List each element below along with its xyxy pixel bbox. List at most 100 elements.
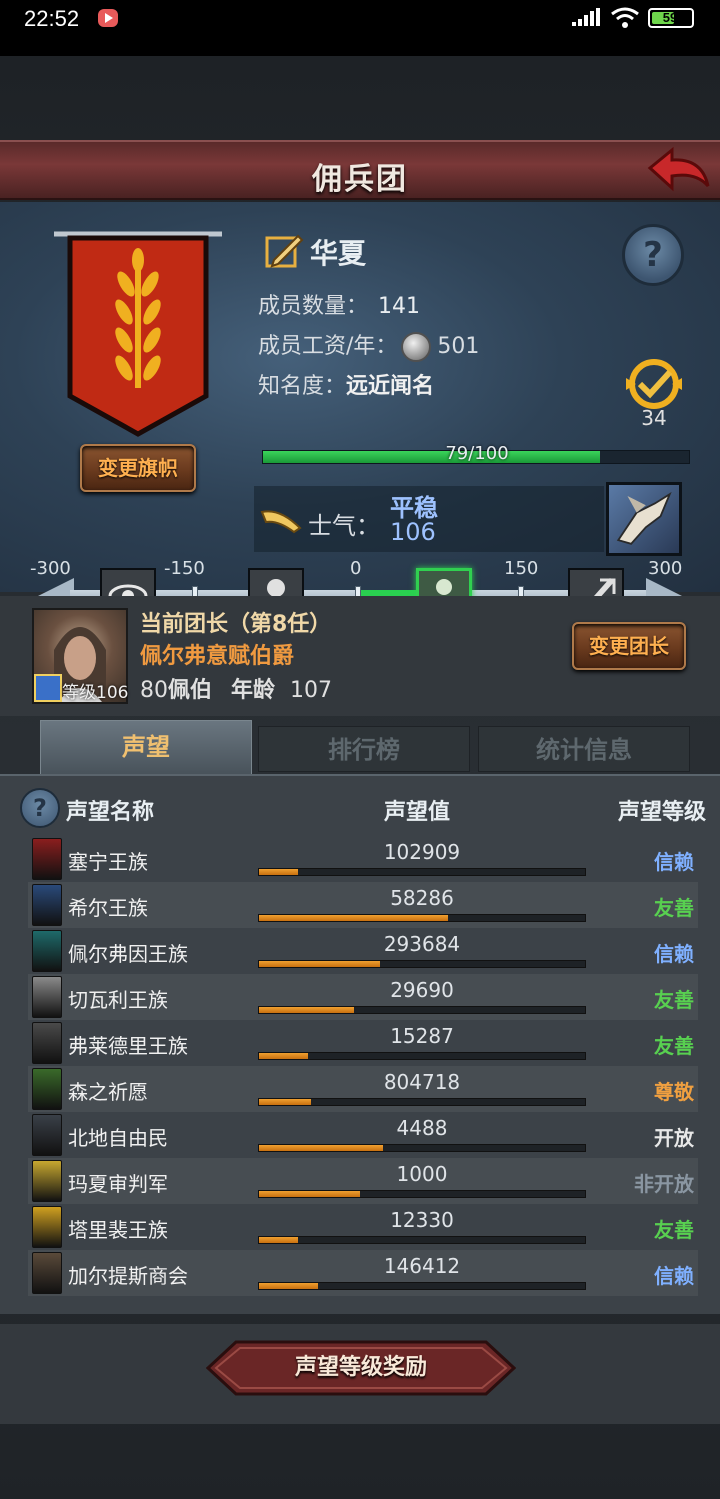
fame-progress-bar: 79/100 (262, 443, 690, 464)
reputation-bar (258, 1282, 586, 1290)
tab-bar: 声望 排行榜 统计信息 (30, 720, 690, 776)
tab-statistics[interactable]: 统计信息 (478, 726, 690, 772)
header-name: 声望名称 (66, 800, 155, 825)
members-stat: 成员数量： 141 (258, 288, 420, 320)
reputation-reward-button[interactable]: 声望等级奖励 (205, 1340, 517, 1396)
reputation-row[interactable]: 加尔提斯商会 146412 信赖 (28, 1250, 698, 1296)
battery-icon: 59 (648, 8, 694, 28)
reputation-list: 塞宁王族 102909 信赖 希尔王族 58286 友善 佩尔弗因王族 293684 信赖 切瓦利… (28, 836, 698, 1296)
reputation-row[interactable]: 切瓦利王族 29690 友善 (28, 974, 698, 1020)
morale-label: 士气： (308, 512, 380, 540)
reputation-value: 102909 (383, 840, 461, 864)
faction-name: 佩尔弗因王族 (68, 942, 188, 966)
back-arrow-icon[interactable] (646, 146, 712, 198)
morale-box: 士气： 平稳 106 (254, 486, 604, 552)
tab-reputation[interactable]: 声望 (40, 720, 252, 776)
faction-name: 北地自由民 (68, 1126, 168, 1150)
rank-badge-value: 34 (641, 406, 667, 430)
members-label: 成员数量： (258, 294, 369, 319)
reputation-bar (258, 1144, 586, 1152)
reputation-header: ? 声望名称 声望值 声望等级 (14, 784, 706, 830)
reputation-bar (258, 1052, 586, 1060)
reputation-value: 12330 (390, 1208, 454, 1232)
reputation-bar-fill (259, 869, 299, 875)
status-time: 22:52 (24, 6, 80, 31)
company-banner-icon (54, 231, 222, 437)
faction-name: 希尔王族 (68, 896, 148, 920)
battery-level: 59 (662, 10, 678, 25)
fame-progress-text: 79/100 (445, 443, 509, 464)
reputation-bar-fill (259, 1283, 318, 1289)
header-value: 声望值 (384, 800, 451, 825)
tab-ranking[interactable]: 排行榜 (258, 726, 470, 772)
slider-label-zero: 0 (350, 558, 362, 579)
reputation-bar (258, 1006, 586, 1014)
silver-coin-icon (401, 332, 432, 362)
reputation-value: 29690 (390, 978, 454, 1002)
reputation-row[interactable]: 玛夏审判军 1000 非开放 (28, 1158, 698, 1204)
edit-name-icon[interactable] (264, 232, 304, 272)
leader-panel: 等级106 当前团长（第8任） 佩尔弗意赋伯爵 80佩伯 年龄 107 变更团长 (0, 596, 720, 716)
header-level: 声望等级 (617, 800, 706, 825)
reputation-level: 友善 (654, 988, 694, 1012)
reputation-row[interactable]: 希尔王族 58286 友善 (28, 882, 698, 928)
reputation-row[interactable]: 北地自由民 4488 开放 (28, 1112, 698, 1158)
reputation-row[interactable]: 塔里裴王族 12330 友善 (28, 1204, 698, 1250)
slider-label-min: -300 (30, 558, 71, 579)
status-bar: 22:52 59 (0, 0, 720, 56)
rank-badge-icon (626, 359, 682, 409)
faction-name: 加尔提斯商会 (68, 1264, 188, 1288)
horn-icon (260, 510, 302, 534)
change-leader-button[interactable]: 变更团长 (572, 622, 686, 670)
reputation-bar (258, 914, 586, 922)
reputation-row[interactable]: 塞宁王族 102909 信赖 (28, 836, 698, 882)
reputation-value: 4488 (396, 1116, 448, 1140)
change-flag-button[interactable]: 变更旗帜 (80, 444, 196, 492)
leader-portrait[interactable]: 等级106 (32, 608, 128, 704)
leader-rank-prefix: 80 (140, 678, 168, 703)
reputation-help-icon[interactable]: ? (20, 788, 60, 828)
fame-value: 远近闻名 (346, 374, 435, 399)
faction-banner-icon (32, 1206, 62, 1248)
slider-label-150: 150 (504, 558, 539, 579)
reputation-bar-fill (259, 915, 449, 921)
faction-banner-icon (32, 976, 62, 1018)
morale-eagle-icon[interactable] (606, 482, 682, 556)
app-screen: 佣兵团 变更旗帜 华夏 ? 成员数量： 141 成员工资/年： 501 知名度：… (0, 56, 720, 1499)
reputation-value: 15287 (390, 1024, 454, 1048)
company-name: 华夏 (310, 237, 367, 270)
faction-banner-icon (32, 1160, 62, 1202)
leader-age-value: 107 (290, 678, 333, 703)
reputation-level: 友善 (654, 896, 694, 920)
page-title: 佣兵团 (312, 162, 408, 197)
reputation-bar-fill (259, 961, 380, 967)
reputation-row[interactable]: 佩尔弗因王族 293684 信赖 (28, 928, 698, 974)
reputation-row[interactable]: 森之祈愿 804718 尊敬 (28, 1066, 698, 1112)
wifi-icon (611, 7, 639, 28)
reputation-bar-fill (259, 1191, 361, 1197)
reputation-value: 804718 (383, 1070, 461, 1094)
help-icon[interactable]: ? (622, 224, 684, 286)
reputation-value: 146412 (383, 1254, 461, 1278)
reputation-bar-fill (259, 1099, 312, 1105)
reputation-level: 尊敬 (654, 1080, 694, 1104)
faction-banner-icon (32, 930, 62, 972)
reward-area: 声望等级奖励 (0, 1324, 720, 1424)
slider-label-neg150: -150 (164, 558, 205, 579)
salary-label: 成员工资/年： (258, 334, 398, 359)
faction-name: 塞宁王族 (68, 850, 148, 874)
leader-meta: 80佩伯 年龄 107 (140, 672, 332, 704)
faction-banner-icon (32, 838, 62, 880)
reputation-level: 信赖 (654, 1264, 694, 1288)
reputation-bar-fill (259, 1145, 383, 1151)
faction-banner-icon (32, 1252, 62, 1294)
reputation-level: 信赖 (654, 942, 694, 966)
reputation-value: 293684 (383, 932, 461, 956)
rank-badge[interactable]: 34 (622, 358, 686, 430)
fame-label: 知名度： (258, 374, 347, 399)
leader-title: 当前团长（第8任） (140, 612, 332, 637)
reputation-row[interactable]: 弗莱德里王族 15287 友善 (28, 1020, 698, 1066)
faction-name: 塔里裴王族 (68, 1218, 168, 1242)
reputation-bar (258, 1190, 586, 1198)
slider-label-max: 300 (648, 558, 683, 579)
